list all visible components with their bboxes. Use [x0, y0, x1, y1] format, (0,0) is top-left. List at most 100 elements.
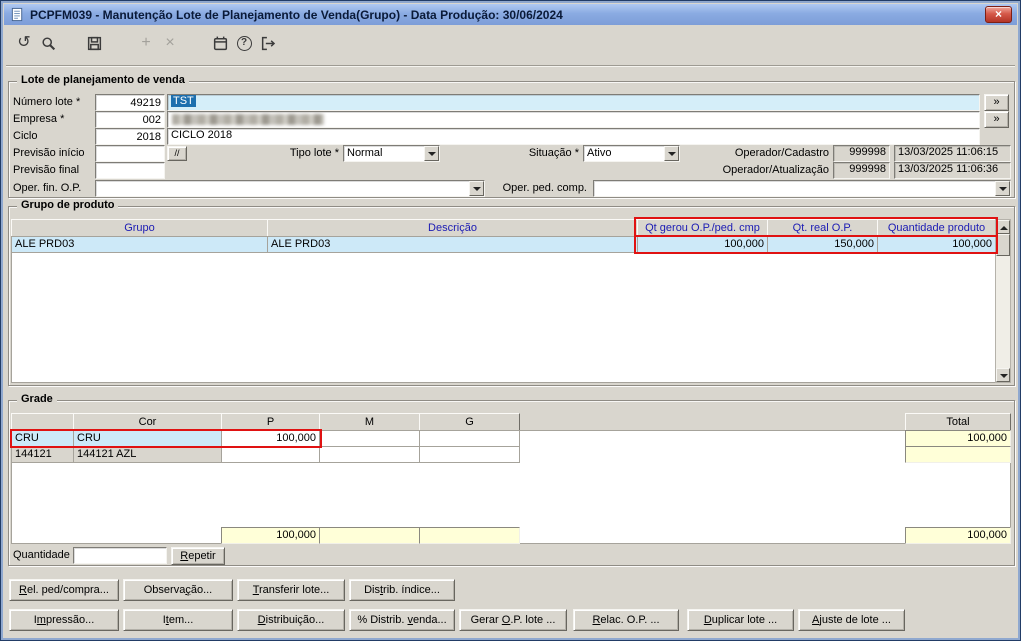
close-button[interactable]: × [985, 6, 1012, 23]
observacao-button[interactable]: Observação... [123, 579, 233, 601]
ciclo-label: Ciclo [13, 130, 38, 142]
grupo-header-quantidade: Quantidade produto [877, 219, 996, 237]
operador-atualizacao-codigo: 999998 [833, 162, 890, 179]
operador-cadastro-codigo: 999998 [833, 145, 890, 162]
operador-atualizacao-datahora: 13/03/2025 11:06:36 [894, 162, 1011, 179]
rel-ped-compra-button[interactable]: Rel. ped/compra... [9, 579, 119, 601]
lote-descricao-input[interactable]: TST [167, 94, 980, 111]
grade-row-cell[interactable]: 100,000 [221, 430, 320, 447]
grupo-row-cell-qt-gerou[interactable]: 100,000 [637, 236, 768, 253]
previsao-final-label: Previsão final [13, 164, 80, 176]
grade-row-cell[interactable]: 144121 AZL [73, 446, 222, 463]
redacted-text [172, 114, 324, 125]
numero-lote-zoom-button[interactable]: » [984, 94, 1009, 111]
selected-text: TST [171, 95, 196, 107]
window-title: PCPFM039 - Manutenção Lote de Planejamen… [30, 7, 563, 22]
pct-distrib-venda-button[interactable]: % Distrib. venda... [349, 609, 455, 631]
undo-icon[interactable]: ↺ [12, 30, 36, 56]
grade-total-geral: 100,000 [905, 527, 1011, 544]
grade-header-codigo [11, 413, 74, 431]
group-lote: Lote de planejamento de venda Número lot… [8, 74, 1015, 198]
ciclo-input[interactable] [95, 128, 165, 145]
grade-total-g [419, 527, 520, 544]
numero-lote-label: Número lote * [13, 96, 81, 108]
toolbar: ↺ + × ? [6, 27, 1015, 59]
group-lote-legend: Lote de planejamento de venda [17, 74, 189, 86]
previsao-final-input[interactable] [95, 162, 165, 179]
grade-header-cor: Cor [73, 413, 222, 431]
grade-row-cell[interactable]: CRU [11, 430, 74, 447]
scrollbar-thumb[interactable] [996, 234, 1010, 256]
situacao-select[interactable]: Ativo [583, 145, 680, 162]
grupo-table-scrollbar[interactable] [995, 219, 1011, 383]
operador-atualizacao-label: Operador/Atualização [722, 164, 829, 176]
ciclo-descricao-field[interactable]: CICLO 2018 [167, 128, 980, 145]
empresa-zoom-button[interactable]: » [984, 111, 1009, 128]
grupo-header-qt-real: Qt. real O.P. [767, 219, 878, 237]
grade-row-cell[interactable] [419, 446, 520, 463]
relac-op-button[interactable]: Relac. O.P. ... [573, 609, 679, 631]
oper-fin-op-label: Oper. fin. O.P. [13, 182, 82, 194]
calendar-icon[interactable] [208, 30, 232, 56]
grade-row-total-cell: 100,000 [905, 430, 1011, 447]
date-helper-button[interactable]: // [167, 146, 187, 161]
grupo-table-body [11, 236, 996, 383]
distrib-indice-button[interactable]: Distrib. índice... [349, 579, 455, 601]
chevron-down-icon [664, 146, 679, 161]
grupo-row-cell-descricao[interactable]: ALE PRD03 [267, 236, 638, 253]
empresa-descricao-input[interactable] [167, 111, 980, 128]
triangle-up-icon [1000, 226, 1008, 230]
empresa-label: Empresa * [13, 113, 65, 125]
group-grupo-produto: Grupo de produto Grupo Descrição Qt gero… [8, 199, 1015, 386]
save-icon[interactable] [82, 30, 106, 56]
grade-row-cell[interactable] [319, 430, 420, 447]
grade-row-cell[interactable] [221, 446, 320, 463]
grade-row-cell[interactable]: 144121 [11, 446, 74, 463]
grupo-row-cell-quantidade[interactable]: 100,000 [877, 236, 996, 253]
quantidade-input[interactable] [73, 547, 167, 564]
repetir-button[interactable]: Repetir [171, 547, 225, 565]
grupo-row-cell-grupo[interactable]: ALE PRD03 [11, 236, 268, 253]
oper-fin-op-select[interactable] [95, 180, 485, 197]
add-icon[interactable]: + [134, 30, 158, 56]
tipo-lote-select[interactable]: Normal [343, 145, 440, 162]
numero-lote-input[interactable] [95, 94, 165, 111]
grade-row-cell[interactable]: CRU [73, 430, 222, 447]
title-bar: PCPFM039 - Manutenção Lote de Planejamen… [4, 4, 1017, 25]
gerar-op-lote-button[interactable]: Gerar O.P. lote ... [459, 609, 567, 631]
toolbar-divider [6, 65, 1015, 67]
search-icon[interactable] [36, 30, 60, 56]
empresa-input[interactable] [95, 111, 165, 128]
grade-total-p: 100,000 [221, 527, 320, 544]
grade-total-m [319, 527, 420, 544]
oper-ped-comp-select[interactable] [593, 180, 1011, 197]
grade-row-cell[interactable] [419, 430, 520, 447]
item-button[interactable]: Item... [123, 609, 233, 631]
app-window: PCPFM039 - Manutenção Lote de Planejamen… [0, 0, 1021, 641]
oper-ped-comp-label: Oper. ped. comp. [502, 182, 587, 194]
group-grupo-produto-legend: Grupo de produto [17, 199, 119, 211]
impressao-button[interactable]: Impressão... [9, 609, 119, 631]
quantidade-label: Quantidade [13, 549, 70, 561]
scroll-up-button[interactable] [996, 220, 1010, 234]
grupo-row-cell-qt-real[interactable]: 150,000 [767, 236, 878, 253]
situacao-label: Situação * [528, 147, 579, 159]
group-grade-legend: Grade [17, 393, 57, 405]
grade-header-p: P [221, 413, 320, 431]
exit-icon[interactable] [256, 30, 280, 56]
help-icon[interactable]: ? [232, 30, 256, 56]
triangle-down-icon [1000, 374, 1008, 378]
transferir-lote-button[interactable]: Transferir lote... [237, 579, 345, 601]
chevron-down-icon [424, 146, 439, 161]
grade-header-total: Total [905, 413, 1011, 431]
delete-icon[interactable]: × [158, 30, 182, 56]
grade-row-total-cell [905, 446, 1011, 463]
scroll-down-button[interactable] [996, 368, 1010, 382]
previsao-inicio-input[interactable] [95, 145, 165, 162]
app-icon [9, 7, 25, 23]
operador-cadastro-label: Operador/Cadastro [734, 147, 829, 159]
duplicar-lote-button[interactable]: Duplicar lote ... [687, 609, 794, 631]
grade-row-cell[interactable] [319, 446, 420, 463]
ajuste-de-lote-button[interactable]: Ajuste de lote ... [798, 609, 905, 631]
distribuicao-button[interactable]: Distribuição... [237, 609, 345, 631]
